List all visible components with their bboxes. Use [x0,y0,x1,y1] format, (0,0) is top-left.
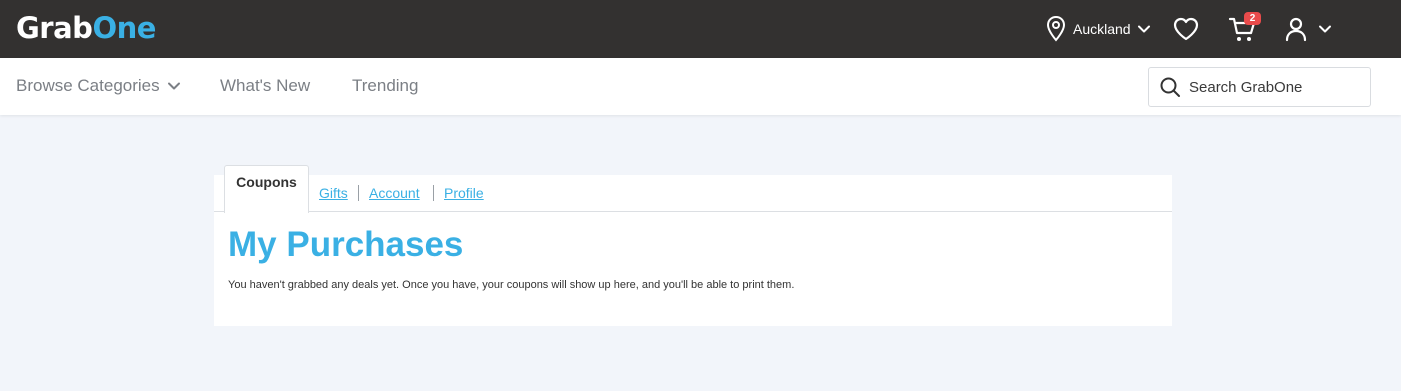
account-tabs: Coupons Gifts Account Profile [214,165,1172,213]
top-bar: GrabOne Auckland 2 [0,0,1401,58]
search-box[interactable] [1148,67,1371,107]
whats-new-link[interactable]: What's New [220,76,310,96]
tab-divider [433,185,434,201]
location-selector[interactable]: Auckland [1045,14,1151,44]
trending-link[interactable]: Trending [352,76,418,96]
browse-categories-label: Browse Categories [16,76,160,95]
logo-text-one: One [92,11,156,45]
nav-bar: Browse Categories What's New Trending [0,58,1401,115]
chevron-down-icon [1319,25,1331,33]
chevron-down-icon [1137,25,1150,33]
logo-text-grab: Grab [16,11,93,45]
grabone-logo[interactable]: GrabOne [16,11,156,45]
location-pin-icon [1046,15,1066,42]
page-title: My Purchases [228,225,464,264]
tab-gifts[interactable]: Gifts [319,185,348,201]
empty-state-message: You haven't grabbed any deals yet. Once … [228,279,795,291]
purchases-card: Coupons Gifts Account Profile My Purchas… [214,165,1172,326]
tab-account[interactable]: Account [369,185,420,201]
browse-categories-menu[interactable]: Browse Categories [16,76,181,96]
tab-coupons[interactable]: Coupons [224,165,309,213]
account-menu[interactable] [1284,15,1332,43]
user-icon [1285,17,1307,42]
chevron-down-icon [167,82,180,90]
tab-divider [358,185,359,201]
heart-icon[interactable] [1172,16,1200,42]
cart-count-badge: 2 [1244,12,1261,25]
tab-profile[interactable]: Profile [444,185,484,201]
search-icon [1160,77,1180,97]
location-label: Auckland [1073,21,1131,37]
search-input[interactable] [1189,78,1359,96]
